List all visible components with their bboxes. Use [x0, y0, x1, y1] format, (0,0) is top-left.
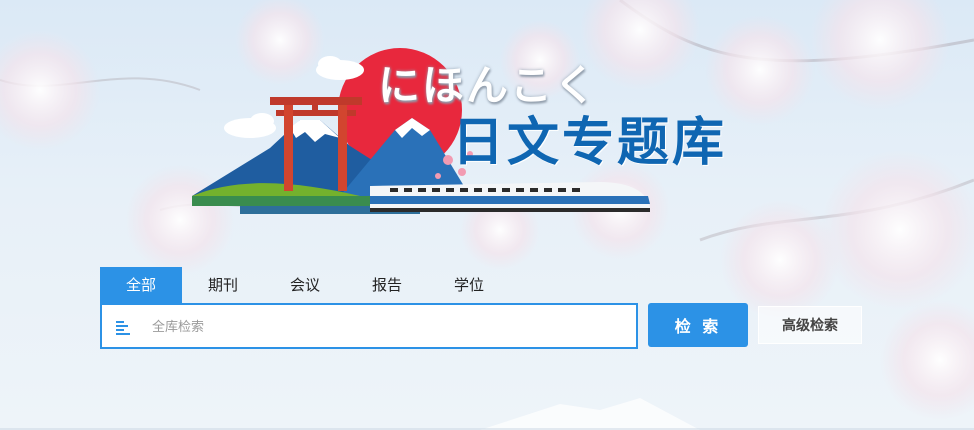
tab-journals[interactable]: 期刊: [182, 267, 264, 303]
search-category-tabs: 全部 期刊 会议 报告 学位: [100, 267, 510, 303]
site-title: 日文专题库: [452, 113, 728, 173]
tab-degrees[interactable]: 学位: [428, 267, 510, 303]
list-align-icon: [116, 321, 130, 335]
search-field-type-selector[interactable]: [102, 305, 144, 347]
advanced-search-button[interactable]: 高级检索: [758, 306, 862, 344]
bullet-train-icon: [370, 182, 650, 212]
search-bar: [100, 303, 638, 349]
tab-reports[interactable]: 报告: [346, 267, 428, 303]
tab-all[interactable]: 全部: [100, 267, 182, 303]
search-input[interactable]: [150, 305, 634, 349]
tab-conferences[interactable]: 会议: [264, 267, 346, 303]
search-button[interactable]: 检 索: [648, 303, 748, 347]
